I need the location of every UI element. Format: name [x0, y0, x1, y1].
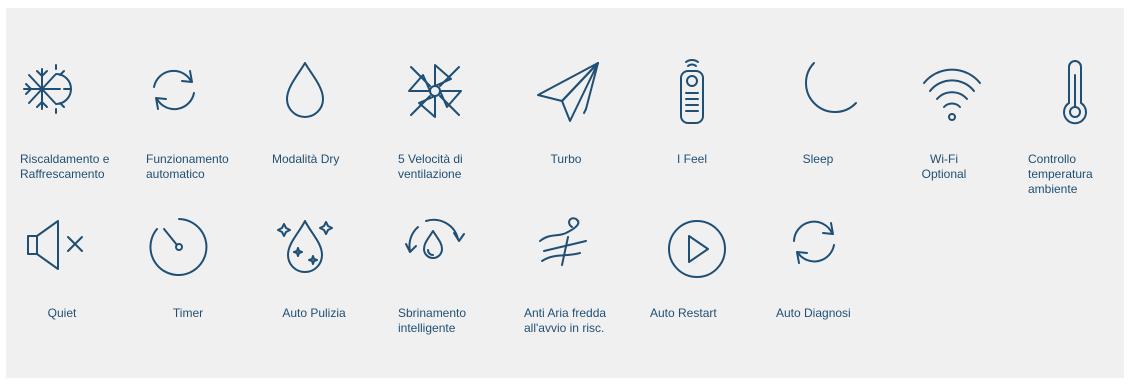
- feature-label: Auto Diagnosi: [776, 306, 851, 320]
- feature-label: Modalità Dry: [272, 152, 340, 166]
- feature-label: Timer: [172, 306, 204, 320]
- feature-label: Riscaldamento e Raffrescamento: [20, 152, 110, 181]
- sparkle-drop-icon: [272, 215, 372, 285]
- feature-label: Quiet: [47, 306, 77, 320]
- moon-icon: [776, 61, 876, 131]
- features-panel: Riscaldamento e Raffrescamento Funzionam…: [6, 8, 1124, 378]
- water-drop-icon: [272, 61, 372, 131]
- feature-label: Controllo temperatura ambiente: [1028, 152, 1093, 196]
- drop-cycle-icon: [398, 215, 498, 285]
- play-circle-icon: [650, 215, 750, 285]
- feature-label: Wi-Fi Optional: [921, 152, 967, 181]
- speaker-mute-icon: [20, 215, 120, 285]
- feature-label: 5 Velocità di ventilazione: [398, 152, 463, 181]
- paper-plane-icon: [524, 61, 624, 131]
- feature-label: I Feel: [676, 152, 707, 166]
- timer-icon: [146, 215, 246, 285]
- feature-label: Anti Aria fredda all'avvio in risc.: [524, 306, 607, 335]
- feature-label: Auto Pulizia: [282, 306, 346, 320]
- feature-label: Sbrinamento intelligente: [398, 306, 467, 335]
- wifi-icon: [902, 61, 1002, 131]
- remote-control-icon: [650, 59, 750, 131]
- wind-icon: [524, 215, 624, 285]
- auto-cycle-icon: [146, 61, 246, 131]
- feature-label: Auto Restart: [650, 306, 717, 320]
- feature-label: Turbo: [550, 152, 582, 166]
- feature-label: Sleep: [802, 152, 834, 166]
- thermometer-icon: [1028, 60, 1128, 131]
- pinwheel-icon: [398, 61, 498, 131]
- feature-label: Funzionamento automatico: [146, 152, 229, 181]
- diagnosis-cycle-icon: [776, 215, 876, 285]
- sun-snowflake-icon: [20, 61, 120, 131]
